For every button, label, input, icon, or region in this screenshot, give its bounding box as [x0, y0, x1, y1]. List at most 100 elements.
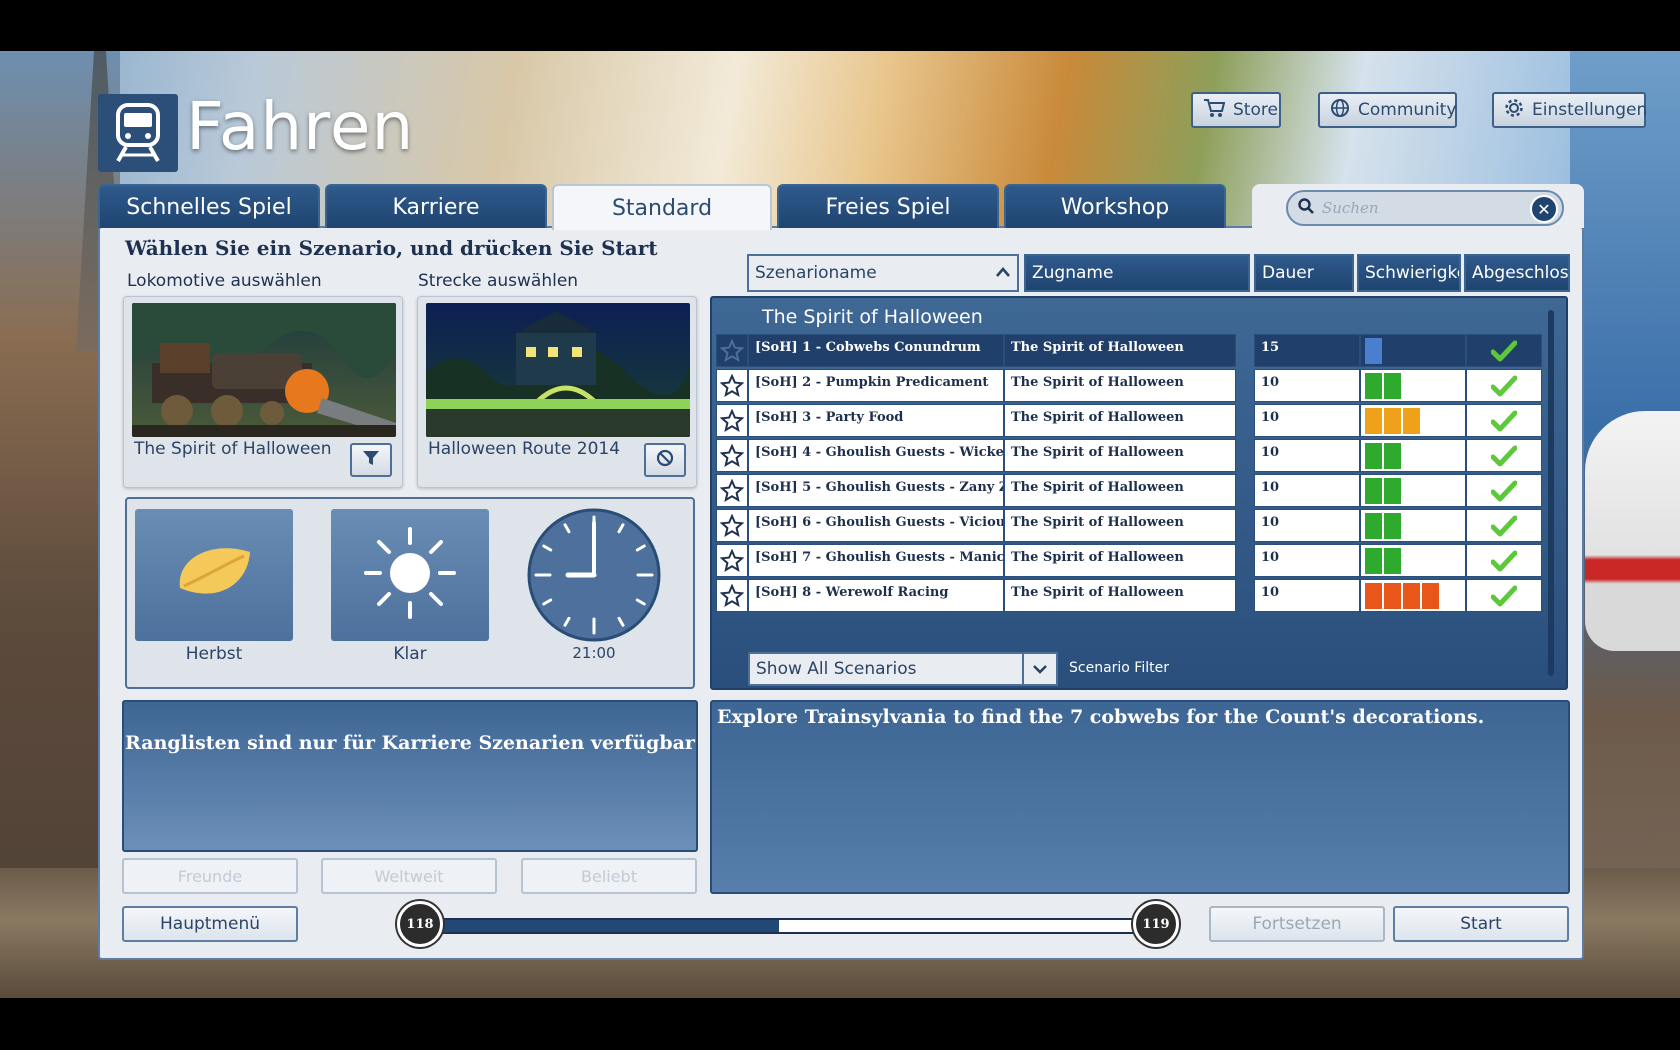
route-thumbnail[interactable] [426, 303, 690, 437]
table-row[interactable]: [SoH] 3 - Party Food The Spirit of Hallow… [716, 404, 1542, 437]
completed-check-icon [1466, 369, 1542, 402]
difficulty-segment [1365, 583, 1382, 609]
table-row[interactable]: [SoH] 7 - Ghoulish Guests - Manic MummiT… [716, 544, 1542, 577]
tab-quick-play[interactable]: Schnelles Spiel [98, 184, 320, 228]
table-row[interactable]: [SoH] 4 - Ghoulish Guests - Wicked Witch… [716, 439, 1542, 472]
table-row[interactable]: [SoH] 6 - Ghoulish Guests - Vicious Vamp… [716, 509, 1542, 542]
scenario-train-cell: The Spirit of Halloween [1004, 404, 1236, 437]
time-label: 21:00 [572, 644, 616, 662]
column-header-name[interactable]: Szenarioname [747, 254, 1019, 292]
favorite-star-icon[interactable] [716, 474, 748, 507]
favorite-star-icon[interactable] [716, 404, 748, 437]
continue-button[interactable]: Fortsetzen [1209, 906, 1385, 942]
weather-button[interactable] [331, 509, 489, 641]
route-clear-button[interactable] [644, 443, 686, 477]
table-row[interactable]: [SoH] 5 - Ghoulish Guests - Zany Zombies… [716, 474, 1542, 507]
column-header-label: Schwierigke [1365, 263, 1461, 283]
column-header-label: Dauer [1262, 263, 1314, 283]
difficulty-segment [1365, 338, 1382, 364]
favorite-star-icon[interactable] [716, 439, 748, 472]
environment-panel: Herbst Klar 21:00 [125, 497, 695, 689]
loco-picker[interactable]: The Spirit of Halloween [123, 296, 403, 488]
popular-button[interactable]: Beliebt [521, 858, 697, 894]
difficulty-segment [1403, 583, 1420, 609]
leaderboard-message: Ranglisten sind nur für Karriere Szenari… [125, 732, 695, 754]
favorite-star-icon[interactable] [716, 509, 748, 542]
settings-button[interactable]: Einstellungen [1492, 92, 1647, 128]
community-button[interactable]: Community [1318, 92, 1457, 128]
search-icon [1298, 198, 1314, 218]
difficulty-bar [1360, 334, 1466, 367]
scenario-duration-cell: 10 [1254, 439, 1360, 472]
instruction-heading: Wählen Sie ein Szenario, und drücken Sie… [125, 236, 658, 260]
column-header-duration[interactable]: Dauer [1254, 254, 1354, 292]
friends-button[interactable]: Freunde [122, 858, 298, 894]
scenario-filter-select[interactable]: Show All Scenarios [748, 652, 1058, 686]
scenario-name-cell: [SoH] 3 - Party Food [748, 404, 1004, 437]
store-button[interactable]: Store [1191, 92, 1281, 128]
favorite-star-icon[interactable] [716, 544, 748, 577]
search-input[interactable]: Suchen ✕ [1286, 190, 1564, 226]
chevron-up-icon [995, 264, 1011, 284]
scenario-train-cell: The Spirit of Halloween [1004, 579, 1236, 612]
level-progress-fill [422, 920, 779, 932]
scenario-filter-label: Scenario Filter [1069, 660, 1169, 676]
scenario-name-cell: [SoH] 1 - Cobwebs Conundrum [748, 334, 1004, 367]
column-header-label: Zugname [1032, 263, 1114, 283]
difficulty-segment [1384, 513, 1401, 539]
completed-check-icon [1466, 404, 1542, 437]
clock-icon [527, 508, 661, 642]
global-button[interactable]: Weltweit [321, 858, 497, 894]
difficulty-segment [1365, 408, 1382, 434]
chevron-down-icon[interactable] [1022, 652, 1058, 686]
time-clock-button[interactable] [526, 507, 662, 643]
column-header-difficulty[interactable]: Schwierigke [1357, 254, 1461, 292]
tab-label: Karriere [392, 194, 480, 220]
current-level-badge: 118 [397, 901, 443, 947]
difficulty-bar [1360, 439, 1466, 472]
difficulty-bar [1360, 509, 1466, 542]
scenario-name-cell: [SoH] 6 - Ghoulish Guests - Vicious Vamp… [748, 509, 1004, 542]
completed-check-icon [1466, 579, 1542, 612]
scenario-duration-cell: 10 [1254, 404, 1360, 437]
favorite-star-icon[interactable] [716, 579, 748, 612]
tab-label: Freies Spiel [825, 194, 951, 220]
route-picker[interactable]: Halloween Route 2014 [417, 296, 697, 488]
difficulty-bar [1360, 544, 1466, 577]
season-button[interactable] [135, 509, 293, 641]
clear-search-button[interactable]: ✕ [1530, 195, 1558, 223]
scenario-duration-cell: 10 [1254, 369, 1360, 402]
tab-free-roam[interactable]: Freies Spiel [777, 184, 999, 228]
favorite-star-icon[interactable] [716, 334, 748, 367]
difficulty-segment [1384, 478, 1401, 504]
completed-check-icon [1466, 474, 1542, 507]
cart-icon [1203, 98, 1226, 123]
scenario-train-cell: The Spirit of Halloween [1004, 334, 1236, 367]
table-row[interactable]: [SoH] 2 - Pumpkin Predicament The Spirit … [716, 369, 1542, 402]
difficulty-bar [1360, 474, 1466, 507]
tab-label: Schnelles Spiel [126, 194, 292, 220]
difficulty-segment [1384, 583, 1401, 609]
no-entry-icon [656, 449, 674, 471]
tab-standard[interactable]: Standard [552, 184, 772, 230]
difficulty-segment [1384, 408, 1401, 434]
start-button[interactable]: Start [1393, 906, 1569, 942]
table-scrollbar[interactable] [1548, 310, 1554, 676]
loco-thumbnail[interactable] [132, 303, 396, 437]
table-row[interactable]: [SoH] 8 - Werewolf Racing The Spirit of H… [716, 579, 1542, 612]
column-header-completed[interactable]: Abgeschlos [1464, 254, 1570, 292]
table-row[interactable]: [SoH] 1 - Cobwebs Conundrum The Spirit of… [716, 334, 1542, 367]
scenario-duration-cell: 10 [1254, 474, 1360, 507]
difficulty-segment [1384, 373, 1401, 399]
difficulty-bar [1360, 404, 1466, 437]
favorite-star-icon[interactable] [716, 369, 748, 402]
difficulty-segment [1365, 513, 1382, 539]
scenario-name-cell: [SoH] 8 - Werewolf Racing [748, 579, 1004, 612]
loco-filter-button[interactable] [350, 443, 392, 477]
column-header-train[interactable]: Zugname [1024, 254, 1250, 292]
tab-workshop[interactable]: Workshop [1004, 184, 1226, 228]
store-label: Store [1233, 100, 1278, 120]
main-menu-button[interactable]: Hauptmenü [122, 906, 298, 942]
season-label: Herbst [185, 644, 243, 664]
tab-career[interactable]: Karriere [325, 184, 547, 228]
